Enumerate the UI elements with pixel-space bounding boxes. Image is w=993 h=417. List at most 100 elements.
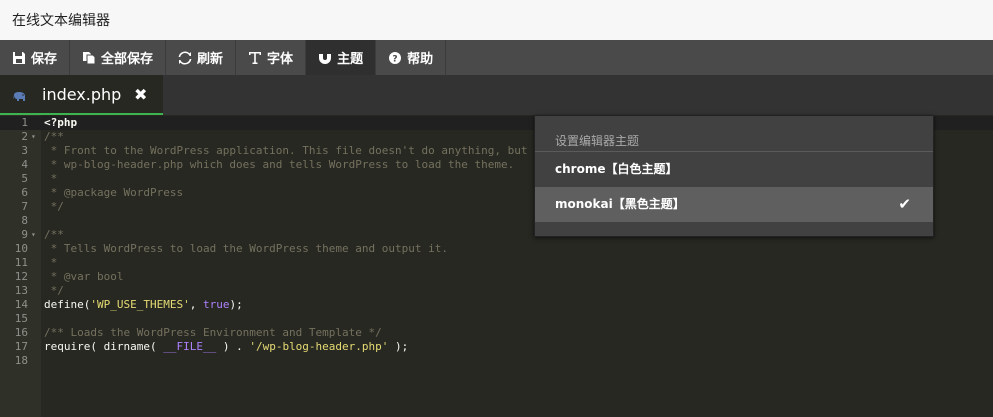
code-token: /**	[44, 228, 64, 241]
font-button[interactable]: 字体	[236, 40, 307, 75]
line-number: 7	[21, 200, 28, 213]
code-text: require( dirname( __FILE__ ) . '/wp-blog…	[44, 340, 408, 354]
code-token: (	[90, 340, 104, 353]
code-text: * Front to the WordPress application. Th…	[44, 144, 528, 158]
help-button-label: 帮助	[407, 52, 434, 67]
code-line: 18	[0, 354, 993, 368]
code-line: 10 * Tells WordPress to load the WordPre…	[0, 242, 993, 256]
save-button[interactable]: 保存	[0, 40, 71, 75]
fold-arrow-icon[interactable]: ▾	[31, 130, 36, 144]
code-token: */	[44, 284, 64, 297]
tab-index-php[interactable]: index.php ✖	[0, 75, 163, 115]
code-token: );	[229, 298, 243, 311]
code-token: * Tells WordPress to load the WordPress …	[44, 242, 448, 255]
copy-icon	[82, 51, 96, 65]
code-token: /**	[44, 130, 64, 143]
magnet-icon	[318, 51, 332, 65]
code-token: /** Loads the WordPress Environment and …	[44, 326, 382, 339]
toolbar: 保存 全部保存 刷新 字体 主题 ? 帮助	[0, 40, 993, 75]
save-icon	[12, 51, 26, 65]
code-token: * @package WordPress	[44, 186, 184, 199]
font-button-label: 字体	[267, 52, 294, 67]
code-token: require	[44, 340, 91, 353]
code-line: 16 /** Loads the WordPress Environment an…	[0, 326, 993, 340]
line-number: 8	[21, 214, 28, 227]
theme-button[interactable]: 主题	[306, 40, 377, 75]
code-token: ) .	[216, 340, 250, 353]
help-button[interactable]: ? 帮助	[376, 40, 447, 75]
code-text: *	[44, 256, 58, 270]
line-number: 12	[14, 270, 28, 283]
checkmark-icon: ✔	[898, 195, 911, 213]
code-token: '/wp-blog-header.php'	[249, 340, 389, 353]
code-text: * @var bool	[44, 270, 124, 284]
code-line: 17 require( dirname( __FILE__ ) . '/wp-bl…	[0, 340, 993, 354]
code-token: );	[388, 340, 409, 353]
theme-menu-header: 设置编辑器主题	[535, 116, 933, 152]
theme-option-label: chrome【白色主题】	[555, 162, 678, 176]
code-token: */	[44, 200, 64, 213]
theme-option-chrome[interactable]: chrome【白色主题】	[535, 152, 933, 187]
code-token: * @var bool	[44, 270, 124, 283]
code-text: */	[44, 200, 64, 214]
code-text: */	[44, 284, 64, 298]
refresh-button[interactable]: 刷新	[166, 40, 237, 75]
line-number: 1	[21, 116, 28, 129]
save-all-button-label: 全部保存	[101, 52, 154, 67]
code-line: 15	[0, 312, 993, 326]
code-text: /**	[44, 228, 64, 242]
code-token: true	[202, 298, 230, 311]
line-number: 13	[14, 284, 28, 297]
svg-text:?: ?	[392, 54, 397, 64]
close-icon[interactable]: ✖	[134, 85, 147, 104]
font-icon	[248, 51, 262, 65]
save-all-button[interactable]: 全部保存	[70, 40, 167, 75]
theme-option-monokai[interactable]: monokai【黑色主题】 ✔	[535, 187, 933, 222]
code-token: __FILE__	[163, 340, 217, 353]
code-token: * wp-blog-header.php which does and tell…	[44, 158, 515, 171]
code-token: define	[44, 298, 84, 311]
tab-label: index.php	[42, 84, 122, 104]
code-token: (	[149, 340, 164, 353]
code-token: 'WP_USE_THEMES'	[90, 298, 190, 311]
code-text: *	[44, 172, 58, 186]
file-tab-bar: index.php ✖	[0, 75, 993, 115]
code-token: * Front to the WordPress application. Th…	[44, 144, 528, 157]
php-elephant-icon	[12, 88, 28, 101]
line-number: 6	[21, 186, 28, 199]
help-icon: ?	[388, 51, 402, 65]
theme-dropdown-menu: 设置编辑器主题 chrome【白色主题】 monokai【黑色主题】 ✔	[534, 115, 934, 237]
code-text: * wp-blog-header.php which does and tell…	[44, 158, 515, 172]
code-text: * Tells WordPress to load the WordPress …	[44, 242, 448, 256]
line-number: 4	[21, 158, 28, 171]
line-number: 9	[21, 228, 28, 241]
line-number: 3	[21, 144, 28, 157]
line-number: 15	[14, 312, 28, 325]
save-button-label: 保存	[31, 52, 58, 67]
line-number: 2	[21, 130, 28, 143]
code-token: *	[44, 172, 58, 185]
line-number: 10	[14, 242, 28, 255]
code-text: define('WP_USE_THEMES', true);	[44, 298, 243, 312]
refresh-button-label: 刷新	[197, 52, 224, 67]
code-text: /** Loads the WordPress Environment and …	[44, 326, 382, 340]
line-number: 5	[21, 172, 28, 185]
code-line: 14 define('WP_USE_THEMES', true);	[0, 298, 993, 312]
app-title-bar: 在线文本编辑器	[0, 0, 993, 40]
code-text: * @package WordPress	[44, 186, 183, 200]
code-text: <?php	[44, 116, 77, 130]
theme-option-label: monokai【黑色主题】	[555, 197, 685, 211]
fold-arrow-icon[interactable]: ▾	[31, 228, 36, 242]
code-token: dirname	[103, 340, 150, 353]
line-number: 11	[14, 256, 28, 269]
code-text: /**	[44, 130, 64, 144]
code-line: 11 *	[0, 256, 993, 270]
code-token: ,	[189, 298, 203, 311]
code-line: 13 */	[0, 284, 993, 298]
code-line: 12 * @var bool	[0, 270, 993, 284]
refresh-icon	[178, 51, 192, 65]
code-token: <?php	[44, 116, 78, 129]
line-number: 16	[14, 326, 28, 339]
theme-button-label: 主题	[337, 52, 364, 67]
line-number: 17	[14, 340, 28, 353]
